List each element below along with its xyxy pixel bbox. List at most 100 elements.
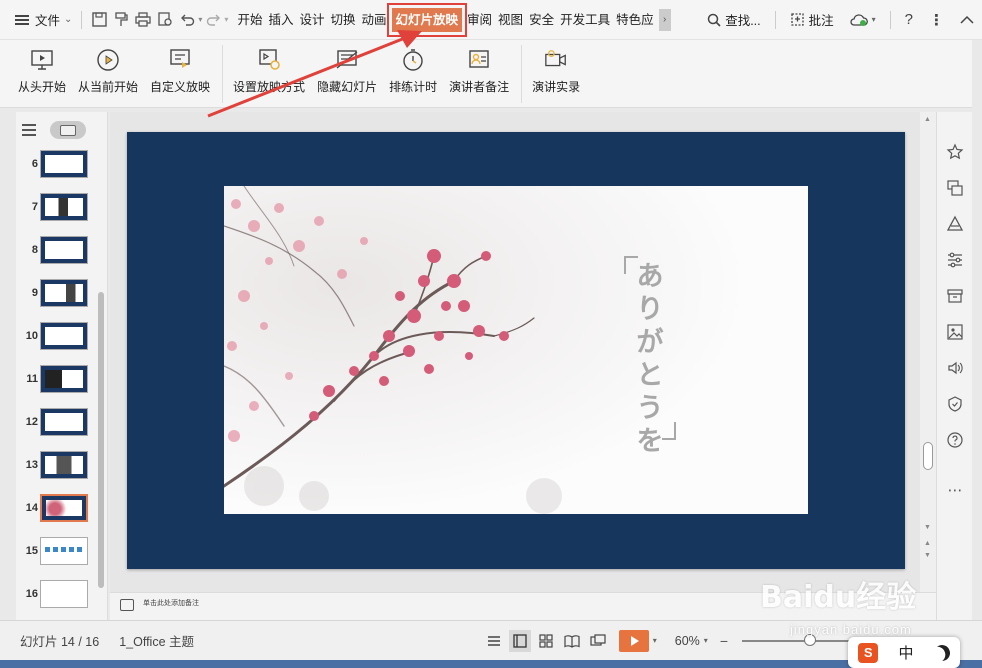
more-options-button[interactable]: ⋮ bbox=[921, 11, 952, 29]
tab-features[interactable]: 特色应 bbox=[613, 0, 657, 40]
tab-home[interactable]: 开始 bbox=[234, 0, 265, 40]
tab-security[interactable]: 安全 bbox=[526, 0, 557, 40]
help-circle-icon[interactable] bbox=[945, 430, 965, 450]
from-current-button[interactable]: 从当前开始 bbox=[78, 40, 138, 108]
file-menu[interactable]: 文件 ⌄ bbox=[0, 0, 75, 40]
rehearse-timing-button[interactable]: 排练计时 bbox=[389, 40, 437, 108]
slide-thumbnail-panel: 6 7 8 9 10 11 12 13 14 15 16 bbox=[16, 112, 108, 620]
comment-button[interactable]: 批注 bbox=[782, 10, 842, 29]
stopwatch-icon bbox=[401, 48, 425, 72]
slide-thumb-7[interactable]: 7 bbox=[16, 191, 98, 225]
slide-view-toggle[interactable] bbox=[50, 121, 86, 139]
help-button[interactable]: ? bbox=[897, 11, 921, 28]
record-presentation-button[interactable]: 演讲实录 bbox=[532, 40, 580, 108]
slide-number: 8 bbox=[31, 244, 38, 256]
theme-name[interactable]: 1_Office 主题 bbox=[99, 631, 194, 650]
panel-header bbox=[16, 112, 107, 148]
start-slideshow-button[interactable] bbox=[618, 629, 649, 652]
book-icon bbox=[564, 634, 580, 648]
setup-show-button[interactable]: 设置放映方式 bbox=[233, 40, 305, 108]
redo-button[interactable] bbox=[202, 0, 224, 40]
material-archive-icon[interactable] bbox=[945, 286, 965, 306]
zoom-level[interactable]: 60% bbox=[675, 634, 700, 648]
slide-thumb-16[interactable]: 16 bbox=[16, 578, 98, 612]
slide-number: 11 bbox=[26, 373, 38, 385]
format-painter-button[interactable] bbox=[110, 0, 132, 40]
slide-thumb-15[interactable]: 15 bbox=[16, 535, 98, 569]
search-button[interactable]: 查找... bbox=[699, 10, 768, 29]
outline-view-icon[interactable] bbox=[22, 124, 36, 136]
audio-speaker-icon[interactable] bbox=[945, 358, 965, 378]
tab-slideshow[interactable]: 幻灯片放映 bbox=[386, 2, 467, 37]
tab-view[interactable]: 视图 bbox=[495, 0, 526, 40]
zoom-dropdown-icon[interactable]: ▾ bbox=[704, 636, 708, 645]
from-beginning-button[interactable]: 从头开始 bbox=[18, 40, 66, 108]
notes-placeholder: 单击此处添加备注 bbox=[143, 600, 199, 607]
taskbar-edge bbox=[0, 660, 982, 668]
more-horizontal-icon[interactable]: ⋯ bbox=[945, 480, 965, 500]
collapse-ribbon-button[interactable] bbox=[952, 15, 982, 25]
slide-thumb-10[interactable]: 10 bbox=[16, 320, 98, 354]
properties-sliders-icon[interactable] bbox=[945, 250, 965, 270]
cloud-sync-button[interactable]: ▾ bbox=[842, 13, 884, 27]
tabs-scroll-right-icon[interactable]: › bbox=[658, 8, 671, 31]
help-icon: ? bbox=[904, 11, 913, 28]
redo-dropdown-icon[interactable]: ▾ bbox=[224, 15, 228, 24]
slide-thumb-12[interactable]: 12 bbox=[16, 406, 98, 440]
tab-transition[interactable]: 切换 bbox=[327, 0, 358, 40]
slide-thumb-8[interactable]: 8 bbox=[16, 234, 98, 268]
print-button[interactable] bbox=[132, 0, 154, 40]
tab-review[interactable]: 审阅 bbox=[464, 0, 495, 40]
moon-icon[interactable] bbox=[932, 642, 953, 663]
slide-thumb-6[interactable]: 6 bbox=[16, 148, 98, 182]
notes-icon[interactable] bbox=[120, 599, 134, 611]
normal-view-button[interactable] bbox=[508, 629, 531, 652]
save-button[interactable] bbox=[88, 0, 110, 40]
notes-toggle-button[interactable] bbox=[483, 630, 505, 652]
backup-shield-icon[interactable] bbox=[945, 394, 965, 414]
image-icon[interactable] bbox=[945, 322, 965, 342]
thumbnail-scrollbar[interactable] bbox=[98, 292, 104, 588]
tab-design[interactable]: 设计 bbox=[296, 0, 327, 40]
slide-thumb-9[interactable]: 9 bbox=[16, 277, 98, 311]
smart-beautify-icon[interactable] bbox=[945, 142, 965, 162]
custom-show-icon bbox=[168, 48, 192, 72]
scroll-down-icon[interactable]: ▼ bbox=[924, 524, 931, 531]
reading-view-button[interactable] bbox=[561, 630, 583, 652]
input-method-widget[interactable]: S 中 bbox=[848, 637, 960, 668]
top-menu-bar: 文件 ⌄ ▾ ▾ 开始 插入 设计 切换 动画 幻灯片放映 审阅 视图 安全 开… bbox=[0, 0, 982, 40]
canvas-scrollbar[interactable]: ▲ ▼ ▲ ▼ bbox=[920, 112, 936, 592]
presenter-icon bbox=[590, 633, 606, 646]
current-slide[interactable]: あ り が と う を bbox=[127, 132, 905, 569]
design-theme-icon[interactable] bbox=[945, 214, 965, 234]
prev-slide-icon[interactable]: ▲ bbox=[924, 540, 931, 547]
slide-thumb-13[interactable]: 13 bbox=[16, 449, 98, 483]
print-preview-button[interactable] bbox=[154, 0, 176, 40]
sogou-logo-icon[interactable]: S bbox=[858, 642, 879, 663]
hide-slide-button[interactable]: 隐藏幻灯片 bbox=[317, 40, 377, 108]
slide-number: 12 bbox=[25, 416, 38, 428]
slide-thumb-14[interactable]: 14 bbox=[16, 492, 98, 526]
slide-number: 13 bbox=[25, 459, 38, 471]
custom-show-button[interactable]: 自定义放映 bbox=[150, 40, 210, 108]
scroll-up-icon[interactable]: ▲ bbox=[924, 116, 931, 123]
slide-sorter-button[interactable] bbox=[535, 630, 557, 652]
zoom-slider[interactable] bbox=[742, 633, 862, 646]
format-painter-icon bbox=[115, 12, 128, 26]
zoom-out-icon[interactable]: − bbox=[720, 633, 728, 649]
ime-mode-toggle[interactable]: 中 bbox=[898, 642, 913, 663]
blossom-branch-image bbox=[224, 186, 808, 514]
slide-thumb-11[interactable]: 11 bbox=[16, 363, 98, 397]
slide-layout-icon[interactable] bbox=[945, 178, 965, 198]
slide-preview bbox=[40, 236, 88, 264]
plum-blossom-photo[interactable]: あ り が と う を bbox=[224, 186, 808, 514]
slideshow-dropdown-icon[interactable]: ▾ bbox=[653, 636, 657, 645]
tab-developer[interactable]: 开发工具 bbox=[557, 0, 613, 40]
presenter-view-button[interactable] bbox=[587, 630, 609, 652]
speaker-notes-button[interactable]: 演讲者备注 bbox=[449, 40, 509, 108]
next-slide-icon[interactable]: ▼ bbox=[924, 552, 931, 559]
scrollbar-thumb[interactable] bbox=[923, 442, 933, 470]
tab-insert[interactable]: 插入 bbox=[265, 0, 296, 40]
undo-button[interactable] bbox=[176, 0, 198, 40]
tab-animation[interactable]: 动画 bbox=[359, 0, 390, 40]
